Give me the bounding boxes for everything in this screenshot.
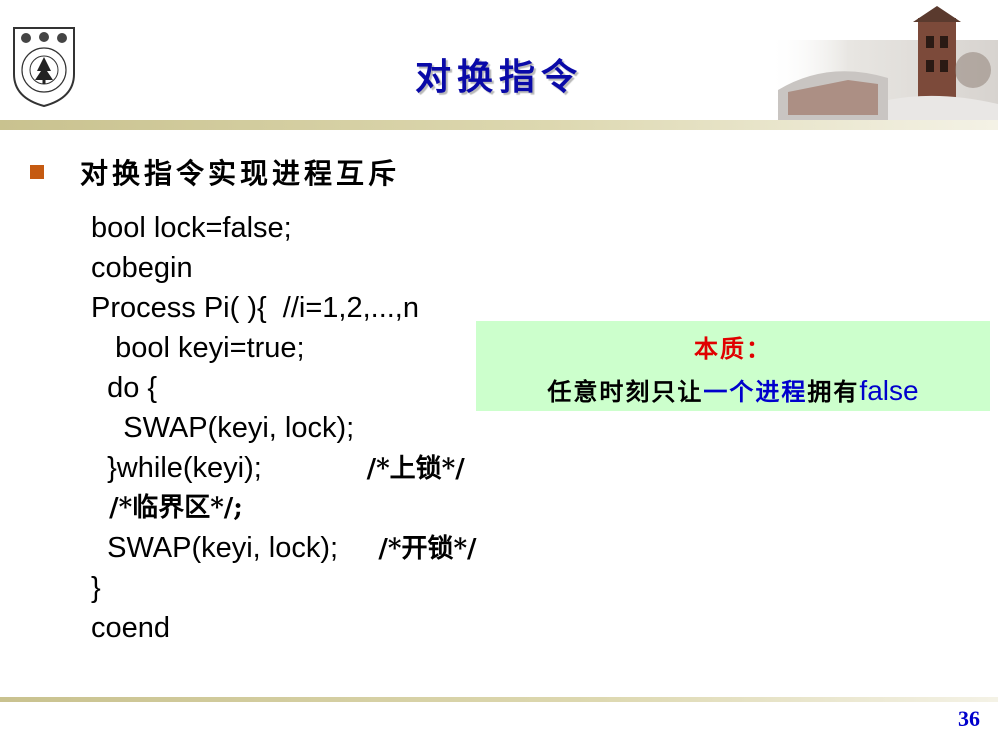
- footer-divider: [0, 697, 998, 702]
- code-line: Process Pi( ){ //i=1,2,...,n: [91, 292, 419, 324]
- code-line: SWAP(keyi, lock); /*开锁*/: [91, 528, 477, 568]
- code-line: bool keyi=true;: [91, 332, 305, 364]
- code-line: }: [91, 572, 101, 604]
- bullet-text: 对换指令实现进程互斥: [80, 157, 401, 190]
- code-line: SWAP(keyi, lock);: [91, 412, 355, 444]
- note-highlight: false: [859, 375, 919, 406]
- bullet-item: 对换指令实现进程互斥: [30, 152, 400, 192]
- header-divider: [0, 120, 998, 130]
- code-line: bool lock=false;: [91, 212, 292, 244]
- note-body: 任意时刻只让一个进程拥有false: [476, 372, 990, 407]
- note-text: 拥有: [807, 377, 860, 406]
- code-line: /*临界区*/;: [91, 493, 243, 523]
- page-number: 36: [958, 706, 980, 731]
- code-comment: /*开锁*/: [378, 534, 477, 564]
- note-box: 本质： 任意时刻只让一个进程拥有false: [476, 321, 990, 411]
- code-text: }while(keyi);: [91, 452, 367, 484]
- note-text: 任意时刻只让: [547, 377, 704, 406]
- note-title: 本质：: [694, 334, 772, 363]
- code-comment: /*上锁*/: [366, 454, 465, 484]
- campus-building-image: [768, 0, 998, 130]
- note-highlight: 一个: [703, 377, 756, 406]
- note-highlight: 进程: [755, 377, 808, 406]
- code-line: }while(keyi); /*上锁*/: [91, 448, 477, 488]
- code-line: cobegin: [91, 252, 193, 284]
- code-block: bool lock=false; cobegin Process Pi( ){ …: [91, 208, 477, 648]
- code-line: coend: [91, 612, 171, 644]
- bullet-square-icon: [30, 165, 44, 179]
- code-line: do {: [91, 372, 158, 404]
- code-text: SWAP(keyi, lock);: [91, 532, 379, 564]
